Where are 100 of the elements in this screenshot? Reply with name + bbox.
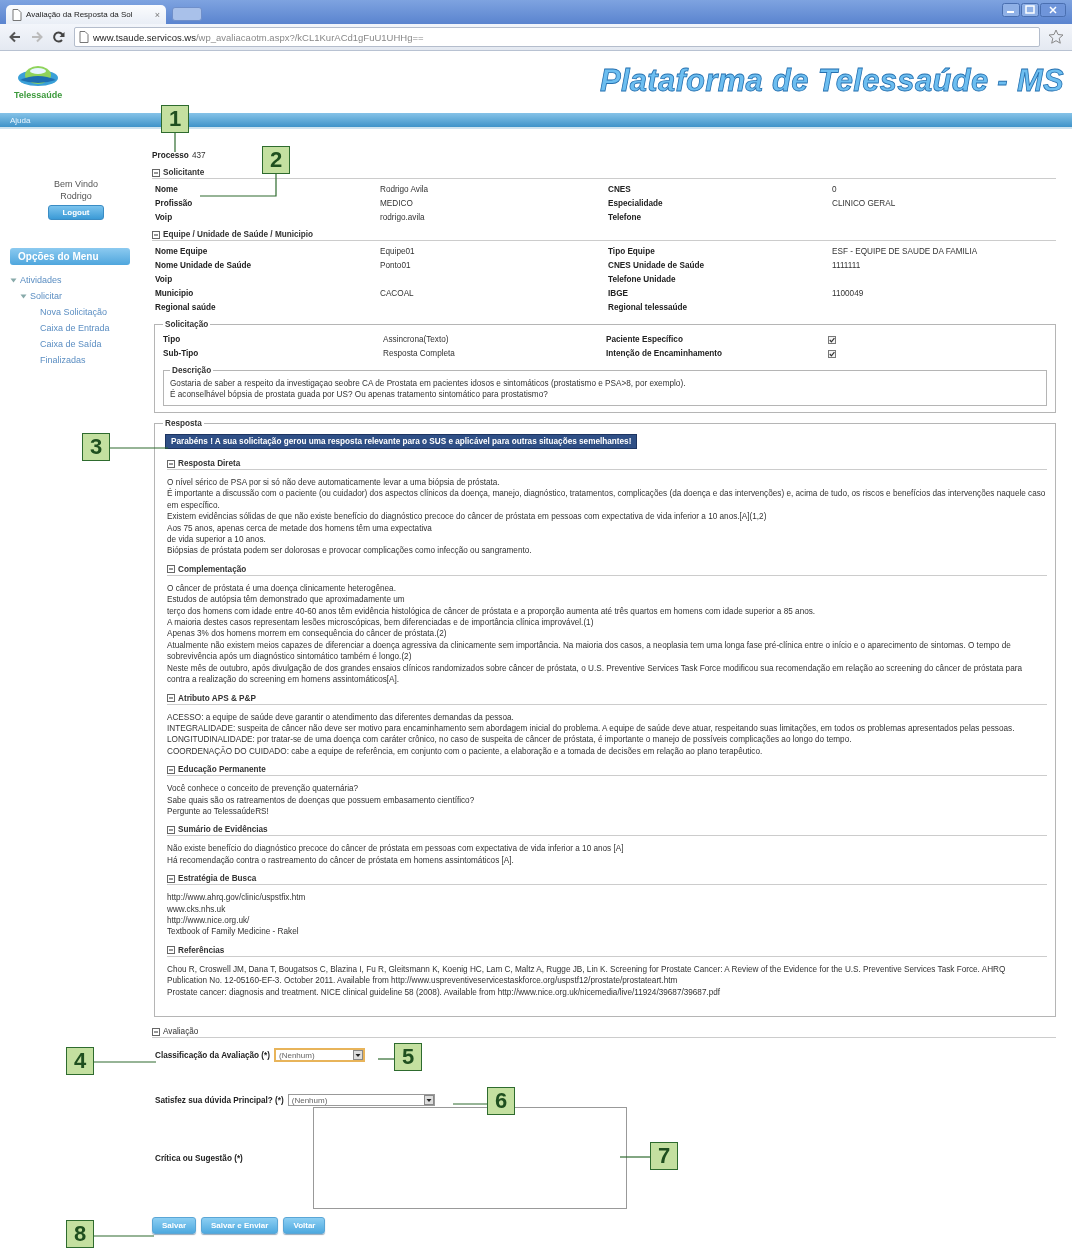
answer-text: Existem evidências sólidas de que não existe benefício do diagnóstico precoce do câncer de próstata em pessoas com expectativa de vida inferior a 10 anos.[A](1,2): [167, 511, 768, 523]
field-label: Satisfez sua dúvida Principal? (*): [155, 1095, 284, 1105]
panel-legend: Solicitação: [163, 320, 211, 329]
answer-text: ACESSO: a equipe de saúde deve garantir o atendimento das diferentes demandas da pessoa.: [167, 711, 515, 723]
answer-text: www.cks.nhs.uk: [167, 903, 227, 915]
section-title: Equipe / Unidade de Saúde / Municipio: [163, 230, 314, 239]
menu-item[interactable]: Finalizadas: [40, 355, 86, 365]
field-value: MEDICO: [380, 199, 414, 208]
answer-text: O nível sérico de PSA por si só não deve automaticamente levar a uma biópsia de próstata.: [167, 477, 501, 488]
section-title: Avaliação: [163, 1027, 199, 1036]
field-label: Profissão: [155, 199, 194, 208]
field-label: Sub-Tipo: [163, 349, 200, 358]
field-value: Assincrona(Texto): [383, 335, 450, 344]
panel-legend: Descrição: [170, 366, 214, 375]
field-label: Nome Unidade de Saúde: [155, 261, 252, 270]
field-label: Paciente Específico: [606, 335, 684, 344]
field-value: CLINICO GERAL: [832, 199, 897, 208]
callout-number: 8: [66, 1220, 94, 1248]
callout-number: 1: [161, 105, 189, 133]
answer-text: INTEGRALIDADE: suspeita de câncer não deve ser motivo para encaminhamento sem abordagem inicial do problema. A equipe de saúde deve atuar, respeitando suas limitações, em todos os problemas apresentados pelas pessoas.: [167, 722, 1016, 735]
field-label: Regional saúde: [155, 303, 217, 312]
address-bar[interactable]: www.tsaude.servicos.ws/wp_avaliacaotm.aspx?/kCL1KurACd1gFuU1UHHg==: [74, 27, 1040, 47]
field-label: CNES: [608, 185, 632, 194]
section-title: Solicitante: [163, 168, 205, 177]
answer-text: http://www.nice.org.uk/: [167, 914, 251, 927]
field-value: Equipe01: [380, 247, 416, 256]
field-label: Municipio: [155, 289, 195, 298]
browser-tab[interactable]: Avaliação da Resposta da Sol ×: [6, 5, 166, 24]
field-label: Nome Equipe: [155, 247, 209, 256]
tab-close-button[interactable]: ×: [154, 9, 160, 20]
logout-button[interactable]: Logout: [48, 205, 104, 220]
section-title: Referências: [178, 945, 225, 955]
description-text: É aconselhável bópsia de prostata guada por US? Ou apenas tratamento sintomático para prostatismo?: [170, 389, 549, 400]
callout-number: 5: [394, 1043, 422, 1071]
answer-text: LONGITUDINALIDADE: por tratar-se de uma doença com caráter crônico, no caso de suspeita de câncer de próstata, é importante o manejo de possíveis complicações ao longo do tempo.: [167, 734, 853, 746]
field-value: 1111111: [832, 261, 862, 270]
callout-number: 4: [66, 1047, 94, 1075]
callout-number: 6: [487, 1087, 515, 1115]
form-button[interactable]: Salvar: [152, 1217, 197, 1234]
field-label: Telefone Unidade: [608, 275, 677, 284]
field-label: Voip: [155, 213, 174, 222]
answer-text: Há recomendação contra o rastreamento do câncer de próstata em homens assintomáticos [A].: [167, 854, 515, 867]
section-title: Complementação: [178, 564, 247, 574]
menu-item[interactable]: Caixa de Entrada: [40, 323, 110, 333]
field-label: CNES Unidade de Saúde: [608, 261, 705, 270]
callout-number: 3: [82, 433, 110, 461]
menu-item[interactable]: Caixa de Saída: [40, 339, 102, 349]
answer-text: Apenas 3% dos homens morrem em consequência do câncer de próstata.(2): [167, 628, 448, 640]
menu-item[interactable]: Atividades: [20, 275, 62, 285]
field-label: Voip: [155, 275, 174, 284]
field-value: Resposta Completa: [383, 349, 456, 358]
callout-number: 7: [650, 1142, 678, 1170]
field-label: Crítica ou Sugestão (*): [155, 1153, 244, 1163]
section-title: Sumário de Evidências: [178, 825, 268, 835]
answer-text: Não existe benefício do diagnóstico precoce do câncer de próstata em pessoas com expectativa de vida inferior a 10 anos [A]: [167, 843, 625, 855]
answer-text: A maioria destes casos representam lesões microscópicas, bem diferenciadas e de importância clínica improvável.(1): [167, 617, 595, 629]
answer-text: O câncer de próstata é uma doença clinicamente heterogênea.: [167, 582, 397, 595]
answer-text: Neste mês de outubro, após divulgação de dos grandes ensaios clínicos randomizados sobre câncer de próstata, o U.S. Preventive Services Task Force modificou sua recomendação em relação ao screening do câncer de próstata para contra a realização do screening em homens assintomáticos[A].: [167, 662, 1023, 686]
field-label: Tipo: [163, 335, 182, 344]
answer-text: É importante a discussão com o paciente (ou cuidador) dos aspectos clínicos da doença, manejo, diagnóstico, tratamentos, complicações (da doença e das intervenções) e, acima de tudo, os riscos e benefícios das intervenções naquele caso em específico.: [167, 488, 1047, 512]
answer-text: Estudos de autópsia têm demonstrado que aproximadamente um: [167, 594, 406, 606]
form-button[interactable]: Salvar e Enviar: [201, 1217, 279, 1234]
field-label: Regional telessaúde: [608, 303, 689, 312]
answer-text: Biópsias de próstata podem ser dolorosas e provocar complicações como infecção ou sangramento.: [167, 545, 533, 557]
answer-text: http://www.ahrq.gov/clinic/uspstfix.htm: [167, 892, 307, 904]
answer-text: de vida superior a 10 anos.: [167, 534, 267, 546]
field-value: ESF - EQUIPE DE SAUDE DA FAMILIA: [832, 247, 979, 256]
answer-text: Textbook of Family Medicine - Rakel: [167, 926, 300, 938]
answer-text: Atualmente não existem meios capazes de diferenciar a doença agressiva da clinicamente sem importância. Na maioria dos casos, a neoplasia tem uma longa fase pré-clínica entre o início e o aparecimento de sintomas. O tempo de sobrevivência após um diagnóstico sintomático também é longo.(2): [167, 639, 1012, 663]
field-value: Rodrigo Avila: [380, 185, 430, 194]
section-title: Educação Permanente: [178, 765, 266, 775]
section-title: Resposta Direta: [178, 459, 241, 468]
field-value: rodrigo.avila: [380, 213, 426, 222]
user-name: Rodrigo: [60, 191, 92, 201]
field-value: CACOAL: [380, 289, 415, 298]
menu-item[interactable]: Solicitar: [30, 291, 62, 301]
answer-text: Pergunte ao TelessaúdeRS!: [167, 805, 270, 818]
field-value: Ponto01: [380, 261, 412, 270]
answer-text: Sabe quais são os ratreamentos de doenças que possuem embasamento científico?: [167, 794, 476, 806]
field-label: IBGE: [608, 289, 630, 298]
answer-text: COORDENAÇÃO DO CUIDADO: cabe a equipe de referência, em conjunto com o paciente, a elaboração e a tomada de decisões em relação ao plano terapêutico.: [167, 745, 764, 758]
field-value: 0: [832, 185, 838, 194]
description-text: Gostaria de saber a respeito da investigaçao seobre CA de Prostata em pacientes idosos e sintomáticos (prostatismo e PSA>8, por exemplo).: [170, 378, 687, 389]
menu-item[interactable]: Nova Solicitação: [40, 307, 108, 317]
field-label: Nome: [155, 185, 179, 194]
form-button[interactable]: Voltar: [283, 1217, 326, 1234]
field-label: Especialidade: [608, 199, 664, 208]
success-banner: Parabéns ! A sua solicitação gerou uma resposta relevante para o SUS e aplicável para outras situações semelhantes!: [165, 434, 638, 449]
menu-title-bar: Opções do Menu: [10, 248, 130, 265]
field-value: 1100049: [832, 289, 865, 298]
welcome-text: Bem Vindo: [54, 179, 98, 189]
field-label: Tipo Equipe: [608, 247, 656, 256]
answer-text: Você conhece o conceito de prevenção quaternária?: [167, 783, 360, 795]
dropdown[interactable]: (Nenhum): [274, 1048, 365, 1062]
section-title: Atributo APS & P&P: [178, 693, 256, 703]
field-label: Classificação da Avaliação (*): [155, 1050, 270, 1060]
dropdown[interactable]: (Nenhum): [287, 1094, 435, 1106]
process-number: 437: [191, 151, 206, 160]
answer-text: Chou R, Croswell JM, Dana T, Bougatsos C, Blazina I, Fu R, Gleitsmann K, Koenig HC, Lam C, Maltz A, Rugge JB, Lin K. Screening for Prostate Cancer: A Review of the Evidence for the U.S. Preventive Services Task Force. AHRQ Publication No. 12-05160-EF-3. October 2011. Available from http://www.uspreventiveservicestaskforce.org/uspstf12/prostate/prostateart.htm: [167, 963, 1007, 987]
answer-text: Prostate cancer: diagnosis and treatment. NICE clinical guideline 58 (2008). Available from http://www.nice.org.uk/nicemedia/live/11924/39687/39687.pdf: [167, 986, 722, 998]
